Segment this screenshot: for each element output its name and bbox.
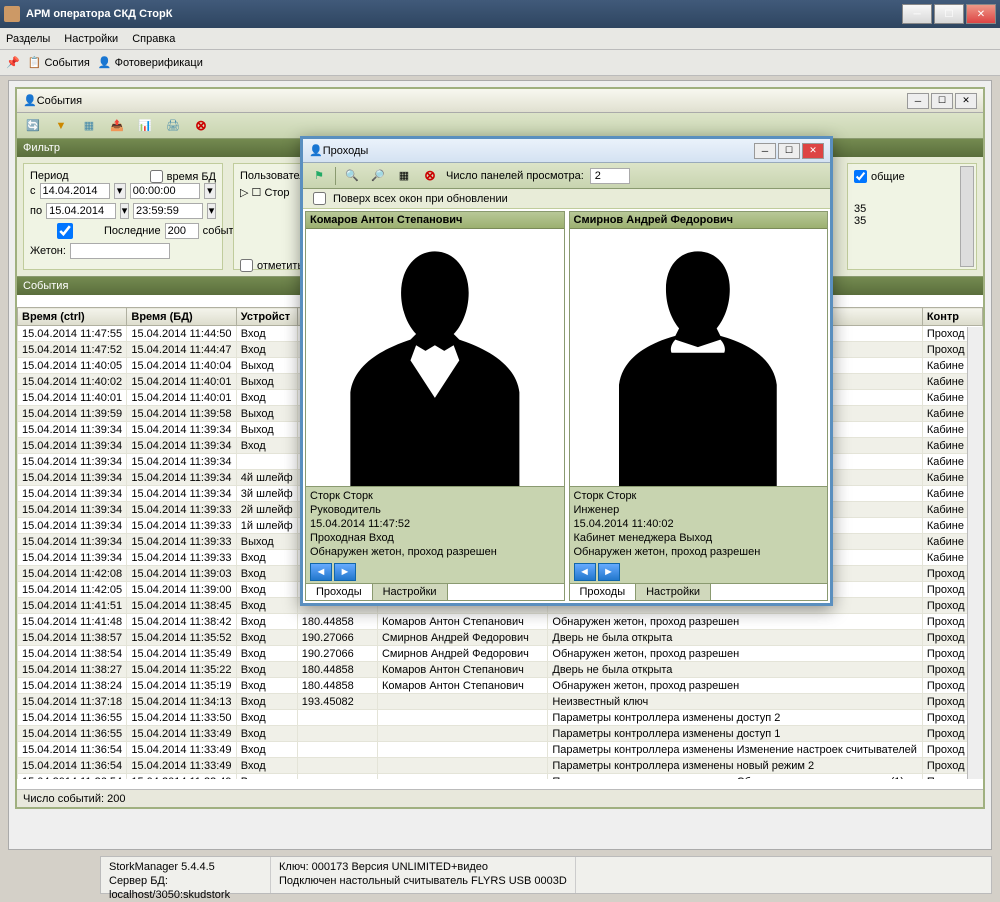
menu-bar: Разделы Настройки Справка	[0, 28, 1000, 50]
panel1-photo	[306, 229, 564, 486]
stop2-button[interactable]: ⊗	[420, 166, 440, 186]
events-title: События	[37, 95, 905, 107]
last-check[interactable]	[30, 223, 100, 239]
panel1-next[interactable]: ►	[334, 563, 356, 581]
table-row[interactable]: 15.04.2014 11:38:5415.04.2014 11:35:49Вх…	[18, 646, 983, 662]
print-button[interactable]: 🖨	[163, 116, 183, 136]
panel2-next[interactable]: ►	[598, 563, 620, 581]
table-row[interactable]: 15.04.2014 11:36:5415.04.2014 11:33:49Вх…	[18, 774, 983, 780]
time-to[interactable]	[133, 203, 203, 219]
events-maximize[interactable]: ☐	[931, 93, 953, 109]
time-from-dd[interactable]: ▾	[204, 183, 216, 199]
pin-icon[interactable]: 📌	[6, 56, 20, 69]
panel1-prev[interactable]: ◄	[310, 563, 332, 581]
events-icon: 👤	[23, 94, 37, 107]
events-close[interactable]: ✕	[955, 93, 977, 109]
table-row[interactable]: 15.04.2014 11:38:2415.04.2014 11:35:19Вх…	[18, 678, 983, 694]
table-row[interactable]: 15.04.2014 11:38:5715.04.2014 11:35:52Вх…	[18, 630, 983, 646]
panel-1: Комаров Антон Степанович Сторк Сторк Рук…	[305, 211, 565, 601]
menu-sections[interactable]: Разделы	[6, 33, 50, 45]
passes-window: 👤 Проходы ─ ☐ ✕ ⚑ 🔍 🔎 ▦ ⊗ Число панелей …	[300, 136, 833, 606]
passes-subbar: Поверх всех окон при обновлении	[303, 189, 830, 209]
passes-toolbar: ⚑ 🔍 🔎 ▦ ⊗ Число панелей просмотра:	[303, 163, 830, 189]
app-title: АРМ оператора СКД СторК	[26, 8, 902, 20]
col-time-db[interactable]: Время (БД)	[127, 308, 236, 326]
panel1-info: Сторк Сторк Руководитель 15.04.2014 11:4…	[306, 486, 564, 561]
token-input[interactable]	[70, 243, 170, 259]
panel1-name: Комаров Антон Степанович	[306, 212, 564, 229]
table-row[interactable]: 15.04.2014 11:36:5515.04.2014 11:33:49Вх…	[18, 726, 983, 742]
time-from[interactable]	[130, 183, 200, 199]
panel2-info: Сторк Сторк Инженер 15.04.2014 11:40:02 …	[570, 486, 828, 561]
minimize-button[interactable]: ─	[902, 4, 932, 24]
grid-scrollbar[interactable]	[967, 327, 983, 779]
date-to[interactable]	[46, 203, 116, 219]
export-button[interactable]: 📤	[107, 116, 127, 136]
panel2-name: Смирнов Андрей Федорович	[570, 212, 828, 229]
events-titlebar: 👤 События ─ ☐ ✕	[17, 89, 983, 113]
menu-help[interactable]: Справка	[132, 33, 175, 45]
menu-settings[interactable]: Настройки	[64, 33, 118, 45]
date-from-dd[interactable]: ▾	[114, 183, 126, 199]
common-scroll[interactable]	[960, 166, 974, 267]
passes-titlebar[interactable]: 👤 Проходы ─ ☐ ✕	[303, 139, 830, 163]
col-time-ctrl[interactable]: Время (ctrl)	[18, 308, 127, 326]
table-row[interactable]: 15.04.2014 11:38:2715.04.2014 11:35:22Вх…	[18, 662, 983, 678]
table-row[interactable]: 15.04.2014 11:37:1815.04.2014 11:34:13Вх…	[18, 694, 983, 710]
filter-button[interactable]: ▼	[51, 116, 71, 136]
passes-icon: 👤	[309, 144, 323, 157]
mark-check[interactable]	[240, 259, 253, 272]
date-from[interactable]	[40, 183, 110, 199]
app-titlebar: АРМ оператора СКД СторК ─ ☐ ✕	[0, 0, 1000, 28]
panel2-tab-passes[interactable]: Проходы	[570, 584, 637, 600]
table-row[interactable]: 15.04.2014 11:41:4815.04.2014 11:38:42Вх…	[18, 614, 983, 630]
passes-maximize[interactable]: ☐	[778, 143, 800, 159]
flag-button[interactable]: ⚑	[309, 166, 329, 186]
main-toolbar: 📌 📋 События 👤 Фотоверификаци	[0, 50, 1000, 76]
period-group: Период время БД с ▾ ▾ по ▾ ▾ Последние с…	[23, 163, 223, 270]
maximize-button[interactable]: ☐	[934, 4, 964, 24]
zoom-out-button[interactable]: 🔎	[368, 166, 388, 186]
close-button[interactable]: ✕	[966, 4, 996, 24]
panel2-tab-settings[interactable]: Настройки	[636, 584, 711, 600]
stop-button[interactable]: ⊗	[191, 116, 211, 136]
columns-button[interactable]: 📊	[135, 116, 155, 136]
panel2-photo	[570, 229, 828, 486]
table-row[interactable]: 15.04.2014 11:36:5415.04.2014 11:33:49Вх…	[18, 742, 983, 758]
grid-button[interactable]: ▦	[79, 116, 99, 136]
date-to-dd[interactable]: ▾	[120, 203, 129, 219]
zoom-in-button[interactable]: 🔍	[342, 166, 362, 186]
events-tab[interactable]: 📋 События	[28, 56, 90, 69]
last-count[interactable]	[165, 223, 199, 239]
table-row[interactable]: 15.04.2014 11:36:5515.04.2014 11:33:50Вх…	[18, 710, 983, 726]
ontop-check[interactable]	[313, 192, 326, 205]
panel2-prev[interactable]: ◄	[574, 563, 596, 581]
passes-minimize[interactable]: ─	[754, 143, 776, 159]
status-bar: StorkManager 5.4.4.5 Сервер БД: localhos…	[100, 856, 992, 894]
panels-count[interactable]	[590, 168, 630, 184]
grid2-button[interactable]: ▦	[394, 166, 414, 186]
period-label: Период	[30, 170, 69, 183]
refresh-button[interactable]: 🔄	[23, 116, 43, 136]
time-to-dd[interactable]: ▾	[207, 203, 216, 219]
col-device[interactable]: Устройст	[236, 308, 297, 326]
panel1-tab-passes[interactable]: Проходы	[306, 584, 373, 600]
common-check[interactable]	[854, 170, 867, 183]
events-minimize[interactable]: ─	[907, 93, 929, 109]
app-icon	[4, 6, 20, 22]
panel-2: Смирнов Андрей Федорович Сторк Сторк Инж…	[569, 211, 829, 601]
common-group: общие 35 35	[847, 163, 977, 270]
count-bar: Число событий: 200	[17, 789, 983, 807]
col-ctrl[interactable]: Контр	[922, 308, 982, 326]
time-db-check[interactable]	[150, 170, 163, 183]
passes-close[interactable]: ✕	[802, 143, 824, 159]
table-row[interactable]: 15.04.2014 11:36:5415.04.2014 11:33:49Вх…	[18, 758, 983, 774]
panel1-tab-settings[interactable]: Настройки	[373, 584, 448, 600]
photo-tab[interactable]: 👤 Фотоверификаци	[98, 56, 203, 69]
passes-title: Проходы	[323, 145, 752, 157]
